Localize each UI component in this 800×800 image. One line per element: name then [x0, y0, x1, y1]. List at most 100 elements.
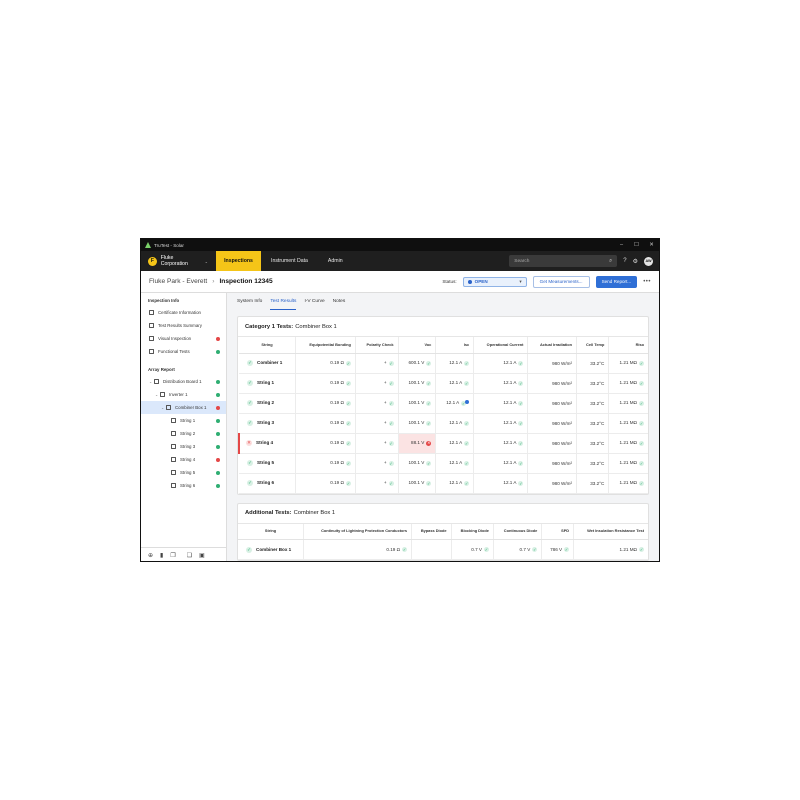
value-cell[interactable]: + ✓	[354, 453, 399, 474]
gear-icon[interactable]: ⚙	[633, 258, 638, 265]
send-report-button[interactable]: Send Report...	[595, 275, 638, 288]
value-cell[interactable]: 12.1 A ✓	[435, 433, 474, 454]
value-cell[interactable]: + ✓	[354, 353, 399, 374]
value-cell[interactable]: 600.1 V ✓	[397, 353, 436, 374]
sidebar-item[interactable]: Visual Inspection	[141, 332, 226, 345]
value-cell[interactable]: 12.1 A ✓	[473, 473, 528, 494]
get-measurements-button[interactable]: Get Measurements...	[532, 275, 590, 288]
status-select[interactable]: OPEN ▾	[462, 276, 527, 287]
value-cell[interactable]: 1.21 MΩ ✓	[608, 373, 648, 394]
tab-inspections[interactable]: Inspections	[216, 251, 261, 271]
maximize-button[interactable]: ☐	[629, 242, 644, 248]
value-cell[interactable]: 0.19 Ω ✓	[303, 539, 412, 560]
value-cell[interactable]: 0.7 V ✓	[492, 539, 542, 560]
value-cell[interactable]: 1.21 MΩ ✓	[608, 453, 648, 474]
close-button[interactable]: ✕	[644, 242, 659, 248]
table-row[interactable]: ✓ String 5 0.19 Ω ✓ + ✓ 100.1 V ✓ 12.1 A ✓ 12.1 A ✓…	[239, 453, 648, 474]
value-cell[interactable]: 12.1 A ✓	[435, 453, 474, 474]
value-cell[interactable]: 980 W/m²	[527, 473, 577, 494]
help-icon[interactable]: ?	[623, 258, 626, 264]
value-cell[interactable]: + ✓	[354, 413, 399, 434]
table-row[interactable]: ✓ String 6 0.19 Ω ✓ + ✓ 100.1 V ✓ 12.1 A ✓ 12.1 A ✓…	[239, 473, 648, 494]
value-cell[interactable]: 0.19 Ω ✓	[295, 473, 356, 494]
value-cell[interactable]: 12.1 A ✓	[473, 373, 528, 394]
sidebar-item[interactable]: Certificate Information	[141, 306, 226, 319]
value-cell[interactable]: 1.21 MΩ ✓	[608, 473, 648, 494]
sidebar-item[interactable]: ⌄ Inverter 1	[141, 388, 226, 401]
table-row[interactable]: ✓ String 3 0.19 Ω ✓ + ✓ 100.1 V ✓ 12.1 A ✓ 12.1 A ✓…	[239, 413, 648, 434]
value-cell[interactable]: 12.1 A ✓	[435, 353, 474, 374]
tab-notes[interactable]: Notes	[333, 293, 346, 310]
sidebar-item[interactable]: Functional Tests	[141, 345, 226, 358]
value-cell[interactable]: 1.21 MΩ ✓	[608, 413, 648, 434]
note-icon[interactable]	[465, 400, 470, 405]
value-cell[interactable]: 100.1 V ✓	[397, 453, 436, 474]
value-cell[interactable]: 100.1 V ✓	[397, 373, 436, 394]
value-cell[interactable]: 0.19 Ω ✓	[295, 393, 356, 414]
value-cell[interactable]: 12.1 A ✓	[473, 353, 528, 374]
sidebar-item[interactable]: Test Results Summary	[141, 319, 226, 332]
value-cell[interactable]: 980 W/m²	[527, 413, 577, 434]
value-cell[interactable]: 100.1 V ✓	[397, 413, 436, 434]
value-cell[interactable]: 12.1 A ✓	[473, 433, 528, 454]
value-cell[interactable]: 12.1 A ✓	[473, 393, 528, 414]
value-cell[interactable]: 33.2°C	[575, 373, 609, 394]
sidebar-item[interactable]: ⌄ Combiner Box 1	[141, 401, 226, 414]
table-row[interactable]: ✓ Combiner Box 1 0.19 Ω ✓ 0.7 V ✓ 0.7 V ✓ 786 V ✓…	[238, 539, 648, 560]
value-cell[interactable]: 12.1 A ✓	[435, 473, 474, 494]
value-cell[interactable]: 100.1 V ✓	[397, 473, 436, 494]
value-cell[interactable]: 0.19 Ω ✓	[295, 413, 356, 434]
value-cell[interactable]: 33.2°C	[575, 453, 609, 474]
value-cell[interactable]: 786 V ✓	[541, 539, 574, 560]
value-cell[interactable]: 1.21 MΩ ✓	[608, 353, 648, 374]
add-icon[interactable]: ⊕	[148, 552, 153, 559]
tab-admin[interactable]: Admin	[318, 251, 353, 271]
copy-icon[interactable]: ❐	[170, 552, 175, 559]
value-cell[interactable]: + ✓	[354, 373, 399, 394]
value-cell[interactable]: 100.1 V ✓	[397, 393, 436, 414]
duplicate-icon[interactable]: ❏	[187, 552, 192, 559]
table-row[interactable]: ✓ Combiner 1 0.19 Ω ✓ + ✓ 600.1 V ✓ 12.1 A ✓ 12.1 …	[239, 353, 648, 374]
value-cell[interactable]: 980 W/m²	[527, 453, 577, 474]
sidebar-item[interactable]: String 3	[141, 440, 226, 453]
tab-iv-curve[interactable]: I-V Curve	[304, 293, 324, 310]
delete-icon[interactable]: ▮	[160, 552, 163, 559]
table-row[interactable]: ✓ String 2 0.19 Ω ✓ + ✓ 100.1 V ✓ 12.1 A ✓ 12.1 A ✓…	[239, 393, 648, 414]
tab-test-results[interactable]: Test Results	[270, 293, 297, 310]
value-cell[interactable]: 12.1 A ✓	[435, 373, 474, 394]
value-cell[interactable]: + ✓	[354, 473, 399, 494]
value-cell[interactable]: 0.19 Ω ✓	[295, 453, 356, 474]
sidebar-item[interactable]: String 1	[141, 414, 226, 427]
org-switcher[interactable]: F Fluke Corporation ⌄	[141, 251, 216, 271]
tab-system-info[interactable]: System Info	[237, 293, 262, 310]
breadcrumb-site[interactable]: Fluke Park - Everett	[149, 278, 207, 285]
table-row[interactable]: ✕ String 4 0.19 Ω ✓ + ✓ 88.1 V ✕ 12.1 A ✓ 12.1 A ✓ 9…	[238, 433, 648, 454]
sidebar-item[interactable]: String 5	[141, 466, 226, 479]
value-cell[interactable]: 980 W/m²	[527, 373, 577, 394]
value-cell[interactable]: 1.21 MΩ ✓	[608, 433, 648, 454]
search-input[interactable]: Search ⌕	[509, 255, 618, 267]
value-cell[interactable]: 0.19 Ω ✓	[295, 433, 356, 454]
minimize-button[interactable]: –	[614, 242, 629, 248]
value-cell[interactable]: + ✓	[354, 393, 399, 414]
value-cell[interactable]: 33.2°C	[575, 393, 609, 414]
value-cell[interactable]: 0.19 Ω ✓	[295, 353, 356, 374]
value-cell[interactable]: 12.1 A ✓	[473, 413, 528, 434]
value-cell[interactable]: 33.2°C	[575, 413, 609, 434]
value-cell[interactable]: 88.1 V ✕	[397, 433, 436, 454]
avatar[interactable]: AW	[644, 256, 653, 266]
value-cell[interactable]: 12.1 A ✓	[435, 393, 474, 414]
value-cell[interactable]: + ✓	[354, 433, 399, 454]
value-cell[interactable]: 1.21 MΩ ✓	[608, 393, 648, 414]
value-cell[interactable]: 0.7 V ✓	[450, 539, 494, 560]
value-cell[interactable]	[411, 539, 452, 560]
value-cell[interactable]: 980 W/m²	[527, 393, 577, 414]
sidebar-item[interactable]: String 6	[141, 479, 226, 492]
value-cell[interactable]: 980 W/m²	[527, 433, 577, 454]
sidebar-item[interactable]: String 2	[141, 427, 226, 440]
value-cell[interactable]: 33.2°C	[575, 353, 609, 374]
value-cell[interactable]: 33.2°C	[575, 473, 609, 494]
value-cell[interactable]: 33.2°C	[575, 433, 609, 454]
table-row[interactable]: ✓ String 1 0.19 Ω ✓ + ✓ 100.1 V ✓ 12.1 A ✓ 12.1 A ✓…	[239, 373, 648, 394]
value-cell[interactable]: 12.1 A ✓	[435, 413, 474, 434]
